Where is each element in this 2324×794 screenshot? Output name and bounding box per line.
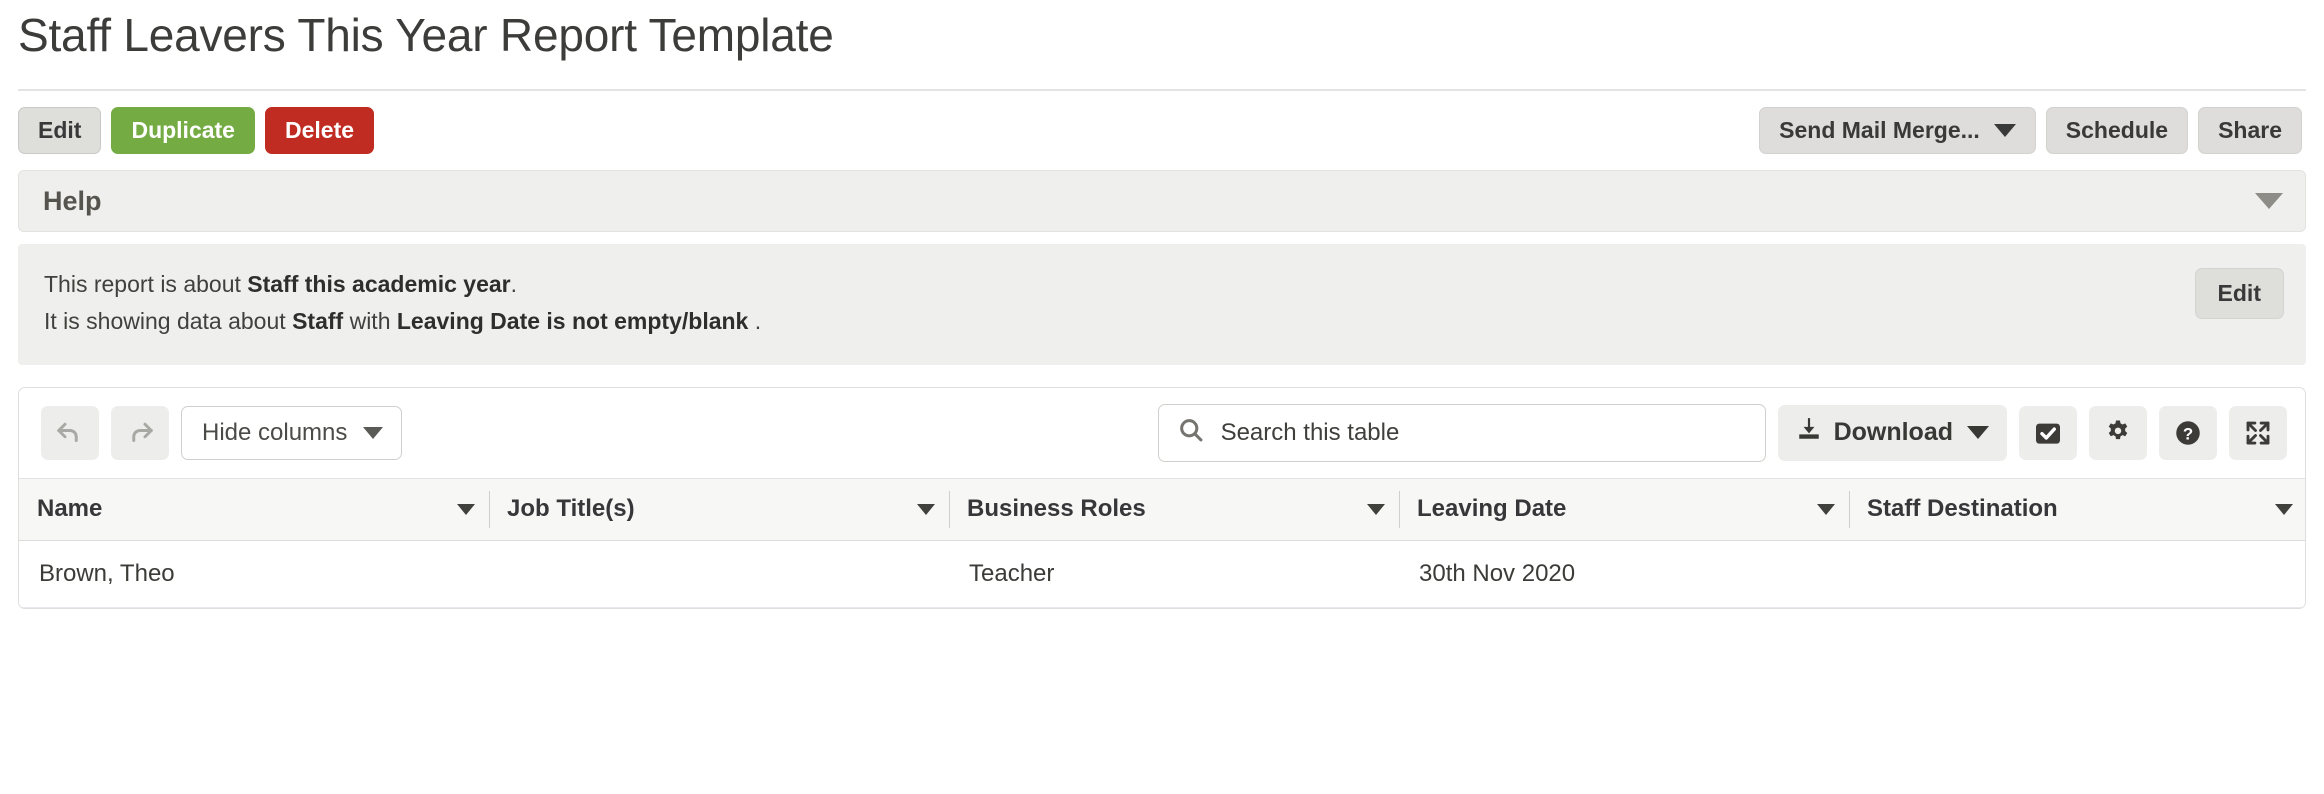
report-page: Staff Leavers This Year Report Template … (0, 0, 2324, 794)
settings-button[interactable] (2089, 406, 2147, 460)
download-icon (1796, 416, 1834, 449)
description-edit-button[interactable]: Edit (2195, 268, 2284, 319)
column-header-staff-destination[interactable]: Staff Destination (1849, 478, 2306, 540)
cell-job-title (489, 540, 949, 607)
chevron-down-icon (1817, 504, 1835, 515)
chevron-down-icon (457, 504, 475, 515)
search-field-wrapper[interactable] (1158, 404, 1766, 462)
column-header-label: Business Roles (967, 495, 1146, 523)
column-header-name[interactable]: Name (19, 478, 489, 540)
cell-leaving-date: 30th Nov 2020 (1399, 540, 1849, 607)
column-header-business-roles[interactable]: Business Roles (949, 478, 1399, 540)
table-header: Name Job Title(s) Business Roles (19, 478, 2306, 540)
send-mail-merge-button[interactable]: Send Mail Merge... (1759, 107, 2036, 154)
report-data-table: Name Job Title(s) Business Roles (19, 478, 2306, 608)
column-header-label: Leaving Date (1417, 495, 1566, 523)
checkbox-checked-icon (2032, 417, 2064, 449)
description-line2-bold-2: Leaving Date is not empty/blank (397, 308, 748, 334)
description-line-2: It is showing data about Staff with Leav… (44, 303, 761, 340)
column-header-label: Name (37, 495, 102, 523)
report-description-panel: This report is about Staff this academic… (18, 244, 2306, 365)
question-mark-circle-icon: ? (2173, 418, 2203, 448)
chevron-down-icon (1994, 124, 2016, 137)
cell-staff-destination (1849, 540, 2306, 607)
table-row[interactable]: Brown, Theo Teacher 30th Nov 2020 (19, 540, 2306, 607)
action-bar-right: Send Mail Merge... Schedule Share (1759, 107, 2302, 154)
cell-name: Brown, Theo (19, 540, 489, 607)
table-toolbar-left: Hide columns (41, 406, 402, 460)
share-button[interactable]: Share (2198, 107, 2302, 154)
report-description-text: This report is about Staff this academic… (44, 266, 761, 341)
table-header-row: Name Job Title(s) Business Roles (19, 478, 2306, 540)
description-line-1: This report is about Staff this academic… (44, 266, 761, 303)
download-label: Download (1834, 418, 1953, 447)
chevron-down-icon (2255, 193, 2283, 209)
schedule-button[interactable]: Schedule (2046, 107, 2188, 154)
undo-icon (55, 418, 85, 448)
select-rows-button[interactable] (2019, 406, 2077, 460)
expand-arrows-icon (2243, 418, 2273, 448)
help-accordion-label: Help (43, 186, 102, 217)
hide-columns-dropdown[interactable]: Hide columns (181, 406, 402, 460)
column-header-label: Staff Destination (1867, 495, 2058, 523)
redo-icon (125, 418, 155, 448)
search-icon (1177, 416, 1221, 449)
description-line1-suffix: . (511, 271, 517, 297)
description-line2-middle: with (343, 308, 397, 334)
table-toolbar-right: Download (1158, 404, 2287, 462)
column-header-label: Job Title(s) (507, 495, 635, 523)
edit-button[interactable]: Edit (18, 107, 101, 154)
table-toolbar: Hide columns (19, 388, 2305, 478)
description-line2-suffix: . (748, 308, 761, 334)
report-table-card: Hide columns (18, 387, 2306, 609)
chevron-down-icon (1367, 504, 1385, 515)
column-header-job-title[interactable]: Job Title(s) (489, 478, 949, 540)
description-line1-prefix: This report is about (44, 271, 247, 297)
fullscreen-button[interactable] (2229, 406, 2287, 460)
gear-icon (2103, 418, 2133, 448)
send-mail-merge-label: Send Mail Merge... (1779, 119, 1980, 142)
help-button[interactable]: ? (2159, 406, 2217, 460)
action-bar-left: Edit Duplicate Delete (18, 107, 374, 154)
help-accordion[interactable]: Help (18, 170, 2306, 232)
chevron-down-icon (917, 504, 935, 515)
svg-text:?: ? (2183, 424, 2193, 443)
description-line2-bold-1: Staff (292, 308, 343, 334)
column-header-leaving-date[interactable]: Leaving Date (1399, 478, 1849, 540)
undo-button[interactable] (41, 406, 99, 460)
chevron-down-icon (363, 427, 383, 439)
page-title: Staff Leavers This Year Report Template (0, 0, 2324, 63)
description-line1-bold: Staff this academic year (247, 271, 510, 297)
search-input[interactable] (1221, 419, 1749, 447)
duplicate-button[interactable]: Duplicate (111, 107, 255, 154)
cell-business-roles: Teacher (949, 540, 1399, 607)
chevron-down-icon (2275, 504, 2293, 515)
action-bar: Edit Duplicate Delete Send Mail Merge...… (0, 91, 2324, 154)
description-line2-prefix: It is showing data about (44, 308, 292, 334)
delete-button[interactable]: Delete (265, 107, 374, 154)
hide-columns-label: Hide columns (202, 419, 347, 447)
table-body: Brown, Theo Teacher 30th Nov 2020 (19, 540, 2306, 607)
redo-button[interactable] (111, 406, 169, 460)
download-button[interactable]: Download (1778, 405, 2007, 461)
chevron-down-icon (1967, 426, 1989, 439)
